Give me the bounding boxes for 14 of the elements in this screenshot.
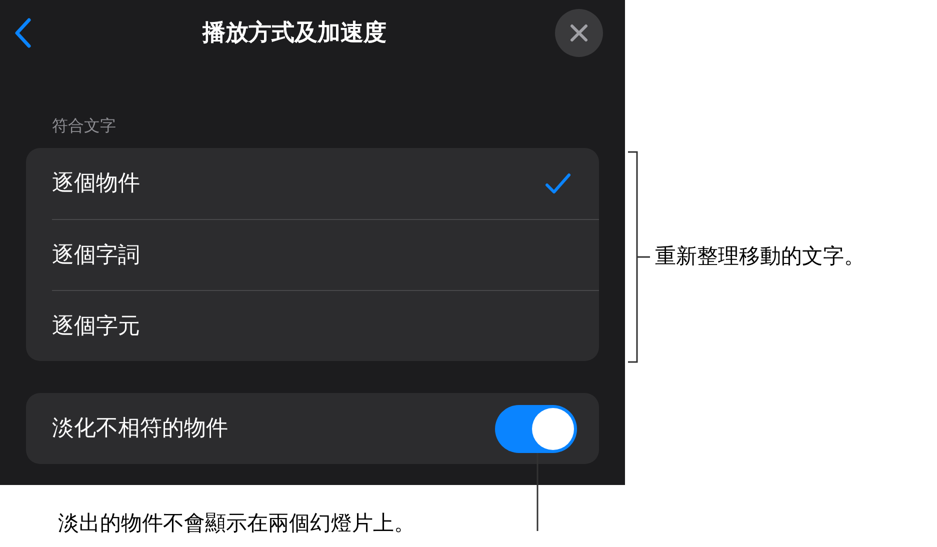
option-row[interactable]: 逐個物件: [26, 148, 599, 219]
option-row[interactable]: 逐個字元: [52, 290, 599, 361]
toggle-label: 淡化不相符的物件: [52, 415, 228, 443]
close-icon: [570, 24, 588, 42]
callout-text: 重新整理移動的文字。: [655, 243, 865, 270]
section-label: 符合文字: [52, 115, 117, 137]
close-button[interactable]: [555, 9, 603, 57]
checkmark-icon: [545, 172, 571, 194]
back-button[interactable]: [14, 16, 34, 50]
toggle-switch[interactable]: [495, 404, 577, 452]
panel-title: 播放方式及加速度: [202, 18, 386, 48]
callout-text: 淡出的物件不會顯示在兩個幻燈片上。: [58, 510, 415, 537]
back-icon: [14, 17, 32, 49]
option-row[interactable]: 逐個字詞: [52, 219, 599, 290]
